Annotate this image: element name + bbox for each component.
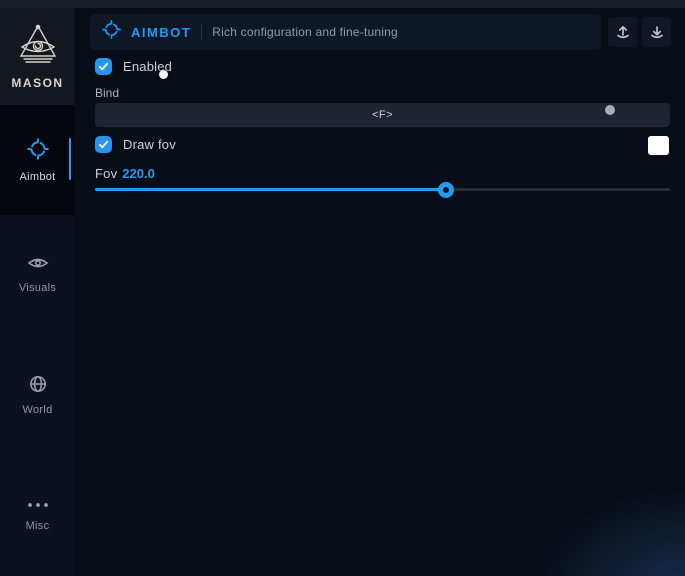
- brand-name: MASON: [11, 76, 63, 90]
- mouse-cursor-dot: [159, 70, 168, 79]
- active-tab-indicator: [69, 138, 71, 180]
- sidebar-item-label: World: [22, 404, 52, 416]
- check-icon: [98, 139, 109, 150]
- fov-value: 220.0: [122, 166, 155, 181]
- sidebar-item-label: Visuals: [19, 282, 56, 294]
- fov-label: Fov: [95, 166, 117, 181]
- fov-slider-handle[interactable]: [438, 182, 454, 198]
- upload-config-button[interactable]: [608, 17, 637, 47]
- sidebar-item-misc[interactable]: Misc: [0, 496, 75, 532]
- page-title: AIMBOT: [131, 25, 191, 40]
- sidebar-item-label: Misc: [26, 520, 50, 532]
- eye-icon: [27, 255, 49, 276]
- sidebar: MASON Aimbot Visuals World: [0, 8, 75, 576]
- sidebar-item-aimbot[interactable]: Aimbot: [0, 105, 75, 215]
- download-config-button[interactable]: [642, 17, 671, 47]
- crosshair-icon: [27, 138, 49, 165]
- mason-pyramid-eye-logo-icon: [14, 23, 62, 72]
- window-top-strip: [0, 0, 685, 8]
- fov-slider-fill: [95, 188, 446, 191]
- sidebar-item-world[interactable]: World: [0, 375, 75, 416]
- page-subtitle: Rich configuration and fine-tuning: [212, 25, 398, 39]
- check-icon: [98, 61, 109, 72]
- header-divider: [201, 24, 202, 40]
- draw-fov-label: Draw fov: [123, 137, 176, 152]
- bind-label: Bind: [95, 86, 119, 100]
- bind-key-input[interactable]: <F>: [95, 103, 670, 127]
- fov-row: Fov 220.0: [95, 166, 155, 181]
- enabled-checkbox[interactable]: [95, 58, 112, 75]
- ellipsis-icon: [27, 496, 49, 514]
- globe-icon: [29, 375, 47, 398]
- fov-slider[interactable]: [95, 188, 670, 191]
- sidebar-item-label: Aimbot: [19, 171, 55, 183]
- upload-icon: [615, 24, 631, 40]
- brand-logo-panel: MASON: [0, 8, 75, 105]
- draw-fov-row: Draw fov: [95, 136, 176, 153]
- drag-dot: [605, 105, 615, 115]
- fov-color-picker[interactable]: [648, 136, 669, 155]
- page-header: AIMBOT Rich configuration and fine-tunin…: [90, 14, 601, 50]
- bind-key-value: <F>: [372, 109, 393, 121]
- draw-fov-checkbox[interactable]: [95, 136, 112, 153]
- sidebar-item-visuals[interactable]: Visuals: [0, 255, 75, 294]
- download-icon: [649, 24, 665, 40]
- crosshair-icon: [102, 20, 121, 44]
